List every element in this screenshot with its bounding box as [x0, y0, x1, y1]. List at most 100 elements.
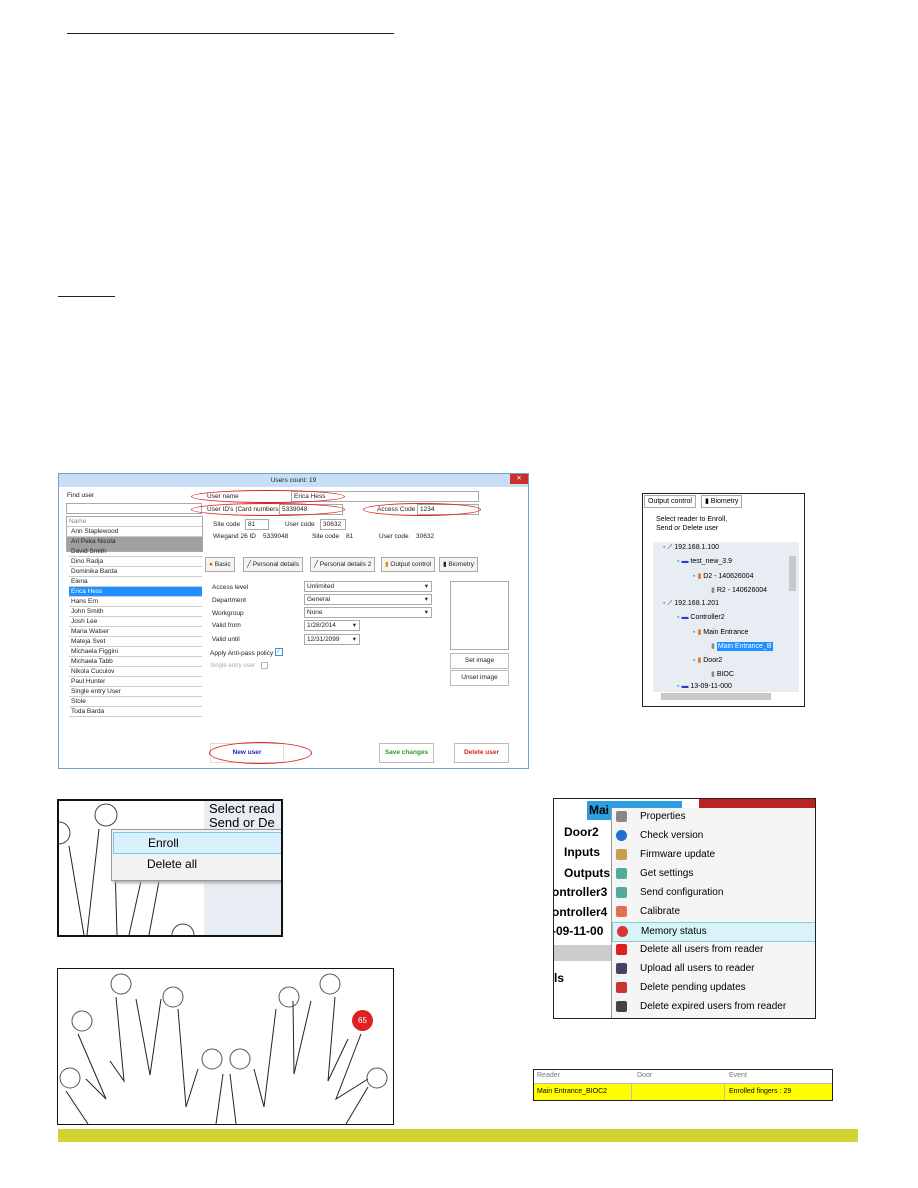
header-rule	[67, 33, 394, 34]
user-list-item[interactable]: Dominika Barda	[69, 567, 202, 577]
list-header-name[interactable]: Name	[67, 517, 202, 527]
vertical-scrollbar[interactable]	[789, 556, 796, 591]
column-header-event[interactable]: Event	[729, 1072, 747, 1079]
tree-node[interactable]: ▪ ⟋ 192.168.1.201	[663, 600, 719, 608]
save-changes-button[interactable]: Save changes	[379, 743, 434, 763]
footer-bar	[58, 1129, 858, 1142]
tree-node[interactable]: ▪ ▮ Door2	[693, 656, 722, 664]
menu-item-label: Send configuration	[640, 887, 724, 898]
finger-circle	[319, 973, 341, 995]
tree-node[interactable]: ▪ ▬ Controller2	[677, 614, 725, 621]
valid-from-label: Valid from	[212, 622, 241, 629]
user-list-item[interactable]: Michaela Tabb	[69, 657, 202, 667]
tab-personal-details[interactable]: ╱ Personal details	[243, 557, 303, 572]
valid-from-picker[interactable]: 1/28/2014 ▾	[304, 620, 360, 631]
finger-outline	[334, 1033, 369, 1101]
tree-node-selected[interactable]: ▮ Main Entrance_B	[711, 642, 773, 651]
tab-biometry[interactable]: ▮ Biometry	[701, 495, 743, 508]
finger-circle	[201, 1048, 223, 1070]
menu-item-firmware-update[interactable]: Firmware update	[612, 846, 815, 864]
user-image-box	[450, 581, 509, 650]
find-user-input[interactable]	[66, 503, 202, 514]
user-list-item[interactable]: Dino Radja	[69, 557, 202, 567]
user-code-input[interactable]: 30632	[320, 519, 346, 530]
wiegand-label: Wiegand 26 ID	[213, 533, 256, 540]
user-list-item[interactable]: Toda Barda	[69, 707, 202, 717]
user-list-item[interactable]: Stole	[69, 697, 202, 707]
table-row[interactable]: Main Entrance_BIOC2 Enrolled fingers : 2…	[534, 1083, 832, 1100]
close-button[interactable]: ✕	[510, 474, 528, 484]
finger-circle	[162, 986, 184, 1008]
menu-item-label: Upload all users to reader	[640, 963, 755, 974]
valid-until-picker[interactable]: 12/31/2099 ▾	[304, 634, 360, 645]
bg-node: Mai	[589, 803, 610, 817]
menu-item-delete-pending-updates[interactable]: Delete pending updates	[612, 979, 815, 997]
event-table: Reader Door Event Main Entrance_BIOC2 En…	[533, 1069, 833, 1101]
user-list-item[interactable]: Ann Staplewood	[69, 527, 202, 537]
workgroup-select[interactable]: None ▾	[304, 607, 432, 618]
site-code-input[interactable]: 81	[245, 519, 269, 530]
menu-item-send-configuration[interactable]: Send configuration	[612, 884, 815, 902]
user-list-item[interactable]: Paul Hunter	[69, 677, 202, 687]
tree-node[interactable]: ▪ ▮ D2 - 140626004	[693, 572, 753, 580]
user-list-item[interactable]: Elena	[69, 577, 202, 587]
menu-item-delete-all[interactable]: Delete all	[147, 857, 197, 871]
horizontal-scrollbar[interactable]	[661, 693, 771, 700]
enrolled-finger-badge[interactable]: 65	[352, 1010, 373, 1031]
menu-item-delete-all-users-from-reader[interactable]: Delete all users from reader	[612, 941, 815, 959]
user-list[interactable]: Name Ann Staplewood Ari Peka Nicola David …	[66, 516, 203, 717]
bg-node: -09-11-00	[553, 924, 604, 938]
department-select[interactable]: General ▾	[304, 594, 432, 605]
reader-tree[interactable]: ▪ ⟋ 192.168.1.100 ▪ ▬ test_new_3.9 ▪ ▮ D…	[653, 542, 799, 692]
user-list-item[interactable]: Erica Hess	[69, 587, 202, 597]
access-level-select[interactable]: Unlimited ▾	[304, 581, 432, 592]
bg-node: Door2	[564, 825, 599, 839]
user-list-item[interactable]: Josh Lee	[69, 617, 202, 627]
delete-user-button[interactable]: Delete user	[454, 743, 509, 763]
tab-basic[interactable]: ● Basic	[205, 557, 235, 572]
user-list-item[interactable]: Single entry User	[69, 687, 202, 697]
tree-node[interactable]: ▮ BIOC	[711, 670, 734, 678]
cell-reader: Main Entrance_BIOC2	[537, 1088, 608, 1095]
menu-item-calibrate[interactable]: Calibrate	[612, 903, 815, 921]
tab-output-control[interactable]: ▮ Output control	[381, 557, 436, 572]
site-code-label: Site code	[213, 521, 241, 528]
single-entry-checkbox[interactable]	[261, 662, 268, 669]
column-divider	[631, 1084, 632, 1100]
menu-item-check-version[interactable]: Check version	[612, 827, 815, 845]
set-image-button[interactable]: Set image	[450, 653, 509, 669]
bg-node: ls	[554, 971, 565, 985]
tab-personal-details-2[interactable]: ╱ Personal details 2	[310, 557, 376, 572]
finger-outline	[327, 996, 349, 1082]
tab-bar: ● Basic ╱ Personal details ╱ Personal de…	[205, 557, 485, 572]
tree-instruction: Send or Delete user	[656, 525, 719, 532]
menu-item-properties[interactable]: Properties	[612, 808, 815, 826]
user-list-item[interactable]: Nikola Cuculov	[69, 667, 202, 677]
tree-node[interactable]: ▪ ⟋ 192.168.1.100	[663, 544, 719, 552]
column-header-door[interactable]: Door	[637, 1072, 652, 1079]
user-list-item[interactable]: John Smith	[69, 607, 202, 617]
menu-item-label: Get settings	[640, 868, 694, 879]
user-list-item[interactable]: Hans Ern	[69, 597, 202, 607]
column-header-reader[interactable]: Reader	[537, 1072, 560, 1079]
tree-node[interactable]: ▪ ▬ test_new_3.9	[677, 558, 732, 565]
menu-item-upload-all-users-to-reader[interactable]: Upload all users to reader	[612, 960, 815, 978]
tab-output-control[interactable]: Output control	[644, 495, 696, 508]
wiegand-id: 5339048	[263, 533, 289, 540]
user-list-item[interactable]: Michaela Figgini	[69, 647, 202, 657]
user-list-item[interactable]: Maria Walser	[69, 627, 202, 637]
menu-item-memory-status[interactable]: Memory status	[612, 922, 815, 942]
tree-node[interactable]: ▪ ▬ 13-09-11-000	[677, 683, 732, 690]
finger-circle	[278, 986, 300, 1008]
menu-item-get-settings[interactable]: Get settings	[612, 865, 815, 883]
anti-pass-checkbox[interactable]: ✓	[275, 648, 283, 656]
finger-circle	[366, 1067, 388, 1089]
tree-node[interactable]: ▮ R2 - 140626004	[711, 586, 767, 594]
anti-pass-label: Apply Anti-pass policy	[210, 650, 274, 657]
tab-biometry[interactable]: ▮ Biometry	[439, 557, 479, 572]
menu-item-enroll[interactable]: Enroll	[113, 832, 281, 854]
user-list-item[interactable]: Mateja Svet	[69, 637, 202, 647]
unset-image-button[interactable]: Unset image	[450, 670, 509, 686]
tree-node[interactable]: ▪ ▮ Main Entrance	[693, 628, 748, 636]
menu-item-delete-expired-users-from-reader[interactable]: Delete expired users from reader	[612, 998, 815, 1016]
